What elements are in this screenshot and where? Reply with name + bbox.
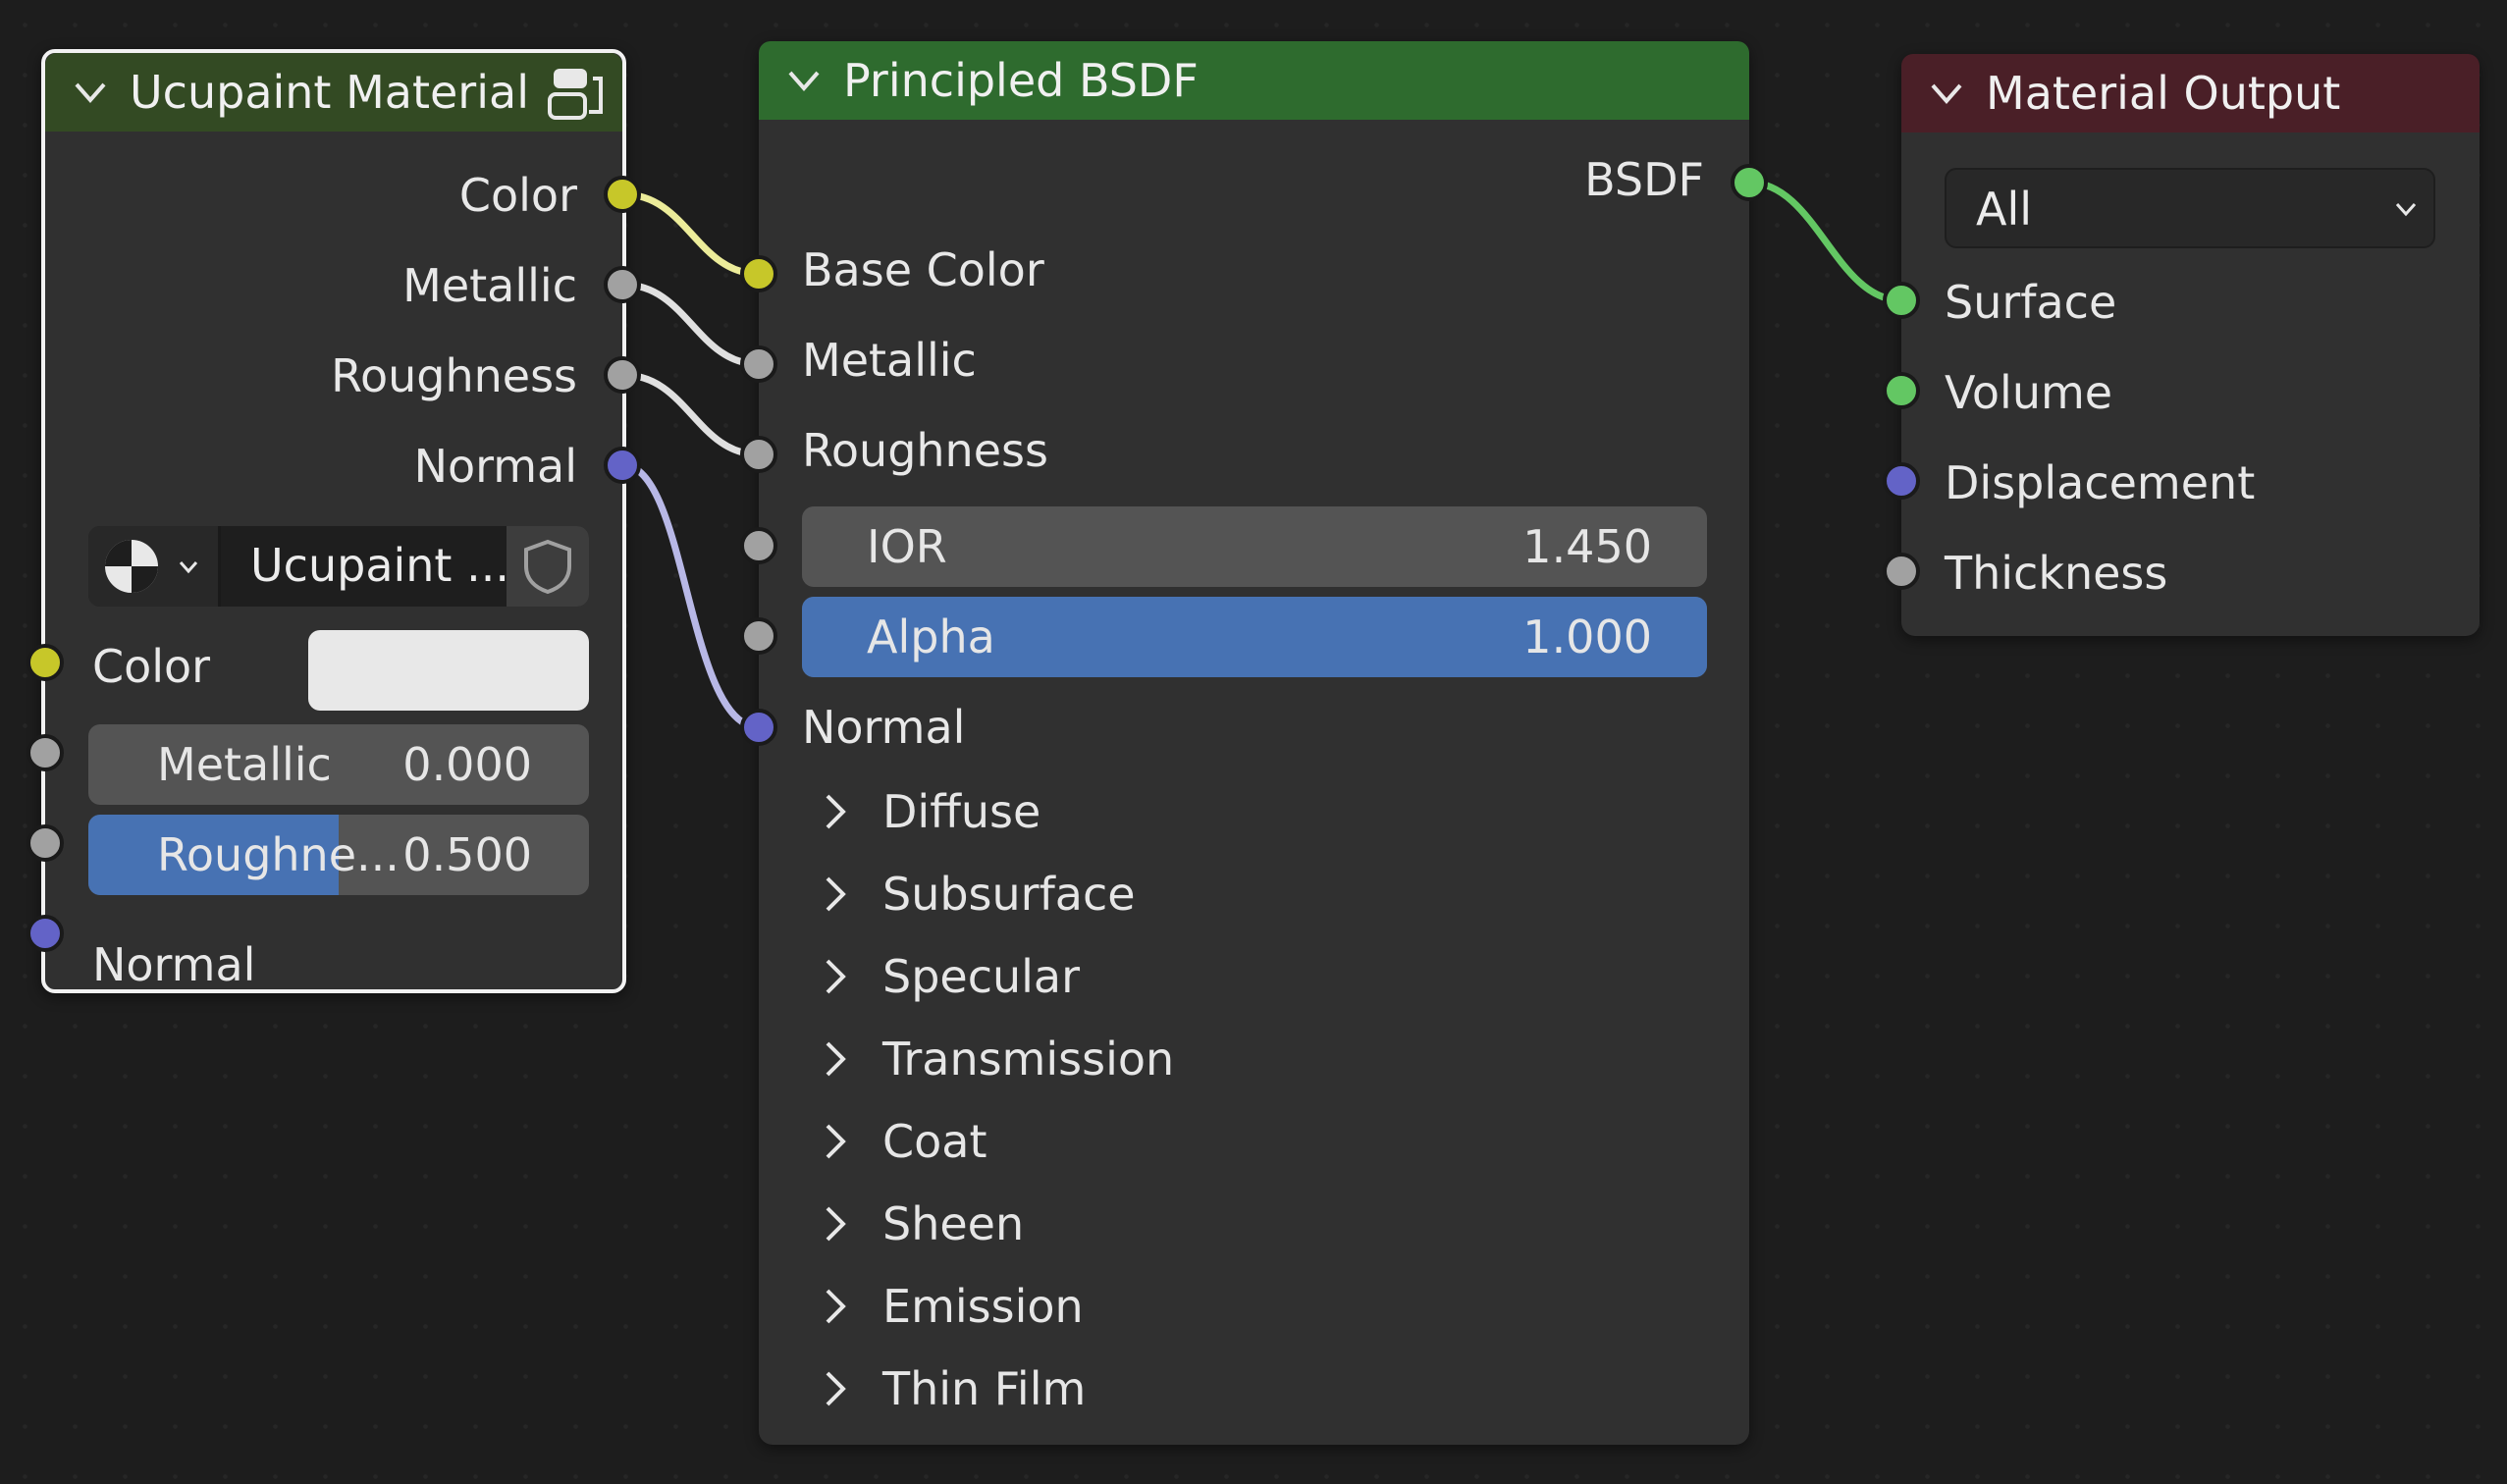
socket-in-normal[interactable] <box>27 915 64 952</box>
roughness-field-label: Roughne... <box>157 828 400 881</box>
socket-out-color[interactable] <box>604 176 641 213</box>
socket-in-normal[interactable] <box>740 709 777 746</box>
node-header[interactable]: Material Output <box>1901 54 2480 132</box>
target-dropdown[interactable]: All <box>1945 168 2435 248</box>
input-label-thickness: Thickness <box>1945 547 2168 600</box>
output-label-bsdf: BSDF <box>1584 153 1704 206</box>
ior-field[interactable]: IOR 1.450 <box>802 506 1707 587</box>
material-sphere-icon <box>105 540 158 593</box>
node-title: Material Output <box>1986 67 2341 120</box>
input-label-metallic: Metallic <box>802 334 977 387</box>
chevron-right-icon <box>826 959 846 994</box>
metallic-field-value: 0.000 <box>402 738 532 791</box>
socket-in-ior[interactable] <box>740 527 777 564</box>
socket-in-volume[interactable] <box>1883 372 1920 409</box>
chevron-right-icon <box>826 876 846 912</box>
socket-in-roughness[interactable] <box>740 436 777 473</box>
node-title: Ucupaint Material <box>130 66 529 119</box>
shield-icon <box>524 539 571 595</box>
input-label-displacement: Displacement <box>1945 456 2256 509</box>
node-header[interactable]: Ucupaint Material <box>45 53 622 132</box>
output-label-normal: Normal <box>413 440 577 493</box>
socket-in-metallic[interactable] <box>740 345 777 383</box>
link-color[interactable] <box>622 190 760 278</box>
alpha-field[interactable]: Alpha 1.000 <box>802 597 1707 677</box>
node-title: Principled BSDF <box>843 54 1199 107</box>
socket-in-displacement[interactable] <box>1883 462 1920 500</box>
input-label-roughness: Roughness <box>802 424 1048 477</box>
panel-label: Diffuse <box>882 785 1041 838</box>
color-swatch[interactable] <box>308 630 589 711</box>
socket-in-base-color[interactable] <box>740 255 777 292</box>
material-datablock-selector[interactable]: Ucupaint ... <box>88 526 589 607</box>
panel-thin-film[interactable]: Thin Film <box>814 1362 1086 1415</box>
panel-coat[interactable]: Coat <box>814 1115 987 1168</box>
roughness-field[interactable]: Roughne... 0.500 <box>88 815 589 895</box>
input-label-volume: Volume <box>1945 366 2113 419</box>
alpha-field-value: 1.000 <box>1522 610 1652 663</box>
metallic-field[interactable]: Metallic 0.000 <box>88 724 589 805</box>
principled-bsdf-node[interactable]: Principled BSDF BSDF Base Color Metallic… <box>759 41 1749 1445</box>
socket-out-normal[interactable] <box>604 447 641 484</box>
chevron-right-icon <box>826 1371 846 1406</box>
panel-diffuse[interactable]: Diffuse <box>814 785 1040 838</box>
input-label-base-color: Base Color <box>802 243 1044 296</box>
chevron-right-icon <box>826 1289 846 1324</box>
panel-subsurface[interactable]: Subsurface <box>814 868 1136 921</box>
panel-label: Transmission <box>882 1033 1175 1086</box>
node-header[interactable]: Principled BSDF <box>759 41 1749 120</box>
panel-label: Emission <box>882 1280 1084 1333</box>
chevron-down-icon <box>2395 202 2417 217</box>
roughness-field-value: 0.500 <box>402 828 532 881</box>
panel-transmission[interactable]: Transmission <box>814 1033 1174 1086</box>
output-label-metallic: Metallic <box>402 259 577 312</box>
panel-sheen[interactable]: Sheen <box>814 1197 1024 1250</box>
socket-out-bsdf[interactable] <box>1731 164 1768 201</box>
chevron-right-icon <box>826 1124 846 1159</box>
ior-field-label: IOR <box>867 520 947 573</box>
chevron-right-icon <box>826 794 846 829</box>
socket-in-metallic[interactable] <box>27 734 64 771</box>
chevron-down-icon[interactable] <box>69 71 112 114</box>
output-label-roughness: Roughness <box>331 349 577 402</box>
chevron-right-icon <box>826 1041 846 1077</box>
input-label-normal: Normal <box>802 701 966 754</box>
socket-in-surface[interactable] <box>1883 282 1920 319</box>
target-dropdown-value: All <box>1976 183 2033 236</box>
panel-label: Thin Film <box>882 1362 1087 1415</box>
input-label-normal: Normal <box>92 938 256 991</box>
panel-label: Subsurface <box>882 868 1136 921</box>
link-roughness[interactable] <box>622 371 760 458</box>
material-name[interactable]: Ucupaint ... <box>250 539 509 592</box>
panel-label: Coat <box>882 1115 987 1168</box>
link-metallic[interactable] <box>622 281 760 368</box>
socket-out-roughness[interactable] <box>604 356 641 394</box>
socket-in-thickness[interactable] <box>1883 553 1920 590</box>
socket-in-roughness[interactable] <box>27 824 64 862</box>
panel-label: Specular <box>882 950 1081 1003</box>
input-label-color: Color <box>92 640 211 693</box>
input-label-surface: Surface <box>1945 276 2117 329</box>
ucupaint-material-node[interactable]: Ucupaint Material Color Metallic Roughne… <box>41 49 626 993</box>
chevron-right-icon <box>826 1206 846 1242</box>
link-bsdf-surface[interactable] <box>1748 179 1902 304</box>
socket-out-metallic[interactable] <box>604 266 641 303</box>
panel-specular[interactable]: Specular <box>814 950 1080 1003</box>
socket-in-color[interactable] <box>27 644 64 681</box>
panel-label: Sheen <box>882 1197 1025 1250</box>
chevron-down-icon[interactable] <box>1925 72 1968 115</box>
chevron-down-icon <box>179 561 198 574</box>
alpha-field-label: Alpha <box>867 610 995 663</box>
output-label-color: Color <box>458 169 577 222</box>
socket-in-alpha[interactable] <box>740 617 777 655</box>
panel-emission[interactable]: Emission <box>814 1280 1084 1333</box>
chevron-down-icon[interactable] <box>782 59 826 102</box>
fake-user-button[interactable] <box>507 526 589 607</box>
material-browse-button[interactable] <box>88 526 221 607</box>
link-normal[interactable] <box>622 461 760 731</box>
node-group-icon[interactable] <box>546 61 609 124</box>
metallic-field-label: Metallic <box>157 738 332 791</box>
ior-field-value: 1.450 <box>1522 520 1652 573</box>
material-output-node[interactable]: Material Output All Surface Volume Displ… <box>1901 54 2480 636</box>
